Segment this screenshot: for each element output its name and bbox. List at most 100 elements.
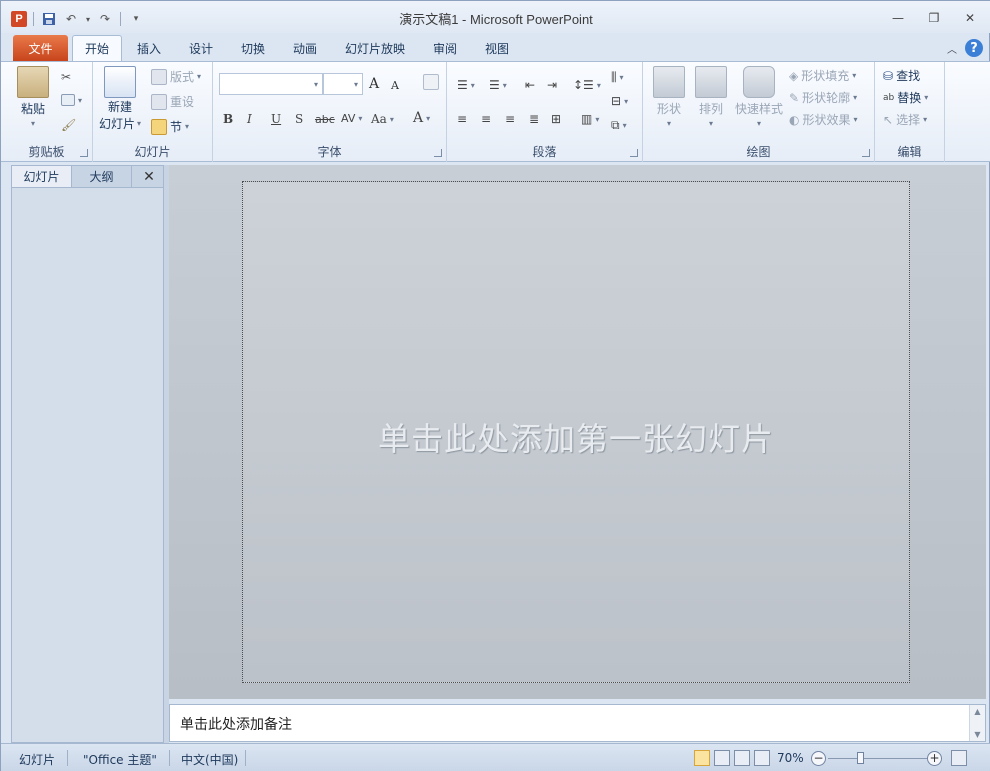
slide-canvas[interactable]: 单击此处添加第一张幻灯片 bbox=[242, 181, 910, 683]
shape-effects-button[interactable]: ◐ 形状效果 ▾ bbox=[789, 111, 858, 128]
columns-button[interactable]: ▥ ▾ bbox=[581, 112, 599, 126]
bullets-button[interactable]: ☰ ▾ bbox=[457, 78, 475, 92]
reading-view-icon[interactable] bbox=[734, 750, 750, 766]
shape-fill-button[interactable]: ◈ 形状填充 ▾ bbox=[789, 67, 856, 84]
close-icon[interactable]: ✕ bbox=[957, 9, 983, 27]
group-label-drawing: 绘图 bbox=[746, 145, 771, 159]
format-painter-button[interactable]: 🖌 bbox=[61, 118, 76, 132]
minimize-icon[interactable]: — bbox=[885, 9, 911, 27]
zoom-slider-thumb[interactable] bbox=[857, 752, 864, 764]
minimize-ribbon-icon[interactable]: ︿ bbox=[947, 41, 957, 56]
notes-placeholder[interactable]: 单击此处添加备注 bbox=[180, 714, 292, 734]
replace-button[interactable]: ab 替换 ▾ bbox=[883, 89, 928, 106]
status-language[interactable]: 中文(中国) bbox=[181, 751, 238, 768]
change-case-button[interactable]: Aa ▾ bbox=[371, 112, 394, 126]
select-button[interactable]: ↖ 选择 ▾ bbox=[883, 111, 927, 128]
justify-button[interactable]: ≣ bbox=[529, 112, 539, 126]
tab-review[interactable]: 审阅 bbox=[421, 35, 469, 61]
numbering-button[interactable]: ☰ ▾ bbox=[489, 78, 507, 92]
layout-button[interactable]: 版式 ▾ bbox=[151, 68, 201, 85]
arrange-button[interactable]: 排列 ▾ bbox=[695, 66, 727, 128]
group-font: ▾ ▾ A A B I U S abc AV ▾ Aa ▾ A ▾ 字体 bbox=[213, 62, 447, 162]
align-right-button[interactable]: ≡ bbox=[505, 112, 515, 126]
copy-button[interactable]: ▾ bbox=[61, 94, 82, 106]
notes-pane[interactable]: 单击此处添加备注 ▲ ▼ bbox=[169, 704, 986, 742]
bold-button[interactable]: B bbox=[223, 112, 233, 126]
shapes-icon bbox=[653, 66, 685, 98]
new-slide-button[interactable]: 新建 幻灯片 ▾ bbox=[99, 66, 141, 132]
line-spacing-button[interactable]: ↕☰ ▾ bbox=[573, 78, 601, 92]
zoom-slider-track[interactable] bbox=[828, 758, 928, 759]
font-name-combo[interactable]: ▾ bbox=[219, 73, 323, 95]
scroll-up-icon[interactable]: ▲ bbox=[974, 707, 980, 716]
shrink-font-button[interactable]: A bbox=[391, 79, 399, 92]
status-separator-2 bbox=[169, 750, 170, 766]
italic-button[interactable]: I bbox=[247, 112, 252, 126]
slides-outline-pane: 幻灯片 大纲 ✕ bbox=[11, 165, 164, 743]
group-slides: 新建 幻灯片 ▾ 版式 ▾ 重设 节 ▾ 幻灯片 bbox=[93, 62, 213, 162]
close-pane-icon[interactable]: ✕ bbox=[135, 166, 163, 187]
ribbon-right-controls: ︿ ? bbox=[947, 39, 983, 57]
slide-title-placeholder[interactable]: 单击此处添加第一张幻灯片 bbox=[243, 414, 909, 460]
grow-font-button[interactable]: A bbox=[369, 76, 379, 92]
tab-slides-pane[interactable]: 幻灯片 bbox=[12, 166, 72, 187]
restore-icon[interactable]: ❐ bbox=[921, 9, 947, 27]
numbering-icon: ☰ bbox=[489, 78, 500, 92]
distributed-button[interactable]: ⊞ bbox=[551, 112, 561, 126]
help-icon[interactable]: ? bbox=[965, 39, 983, 57]
decrease-indent-button[interactable]: ⇤ bbox=[525, 78, 535, 92]
slide-sorter-view-icon[interactable] bbox=[714, 750, 730, 766]
font-color-button[interactable]: A ▾ bbox=[413, 110, 430, 126]
tab-design[interactable]: 设计 bbox=[177, 35, 225, 61]
zoom-out-icon[interactable]: − bbox=[811, 751, 826, 766]
zoom-in-icon[interactable]: + bbox=[927, 751, 942, 766]
cut-button[interactable]: ✂ bbox=[61, 70, 71, 84]
align-center-button[interactable]: ≡ bbox=[481, 112, 491, 126]
tab-home[interactable]: 开始 bbox=[72, 35, 123, 61]
normal-view-icon[interactable] bbox=[694, 750, 710, 766]
align-text-button[interactable]: ⊟ ▾ bbox=[611, 94, 628, 108]
shape-effects-icon: ◐ bbox=[789, 112, 800, 127]
reset-button[interactable]: 重设 bbox=[151, 93, 194, 110]
clipboard-launcher-icon[interactable] bbox=[80, 149, 88, 157]
section-icon bbox=[151, 118, 167, 135]
shape-outline-button[interactable]: ✎ 形状轮廓 ▾ bbox=[789, 89, 857, 106]
shadow-button[interactable]: S bbox=[295, 112, 303, 126]
tab-insert[interactable]: 插入 bbox=[125, 35, 173, 61]
tab-animations[interactable]: 动画 bbox=[281, 35, 329, 61]
underline-button[interactable]: U bbox=[271, 112, 281, 126]
find-button[interactable]: ⛁ 查找 bbox=[883, 67, 920, 84]
drawing-launcher-icon[interactable] bbox=[862, 149, 870, 157]
shapes-button[interactable]: 形状 ▾ bbox=[653, 66, 685, 128]
font-size-combo[interactable]: ▾ bbox=[323, 73, 363, 95]
strikethrough-button[interactable]: abc bbox=[315, 113, 335, 126]
smartart-icon: ⧉ bbox=[611, 118, 620, 132]
pane-tabs: 幻灯片 大纲 ✕ bbox=[12, 166, 163, 188]
paste-button[interactable]: 粘贴 ▾ bbox=[17, 66, 49, 128]
tab-outline-pane[interactable]: 大纲 bbox=[72, 166, 132, 187]
clear-formatting-button[interactable] bbox=[423, 74, 439, 90]
quick-styles-button[interactable]: 快速样式 ▾ bbox=[735, 66, 783, 128]
group-editing: ⛁ 查找 ab 替换 ▾ ↖ 选择 ▾ 编辑 bbox=[875, 62, 945, 162]
paragraph-launcher-icon[interactable] bbox=[630, 149, 638, 157]
tab-transitions[interactable]: 切换 bbox=[229, 35, 277, 61]
zoom-level[interactable]: 70% bbox=[777, 751, 804, 765]
tab-slideshow[interactable]: 幻灯片放映 bbox=[333, 35, 417, 61]
scroll-down-icon[interactable]: ▼ bbox=[974, 730, 980, 739]
align-text-icon: ⊟ bbox=[611, 94, 622, 108]
convert-smartart-button[interactable]: ⧉ ▾ bbox=[611, 118, 627, 133]
text-direction-button[interactable]: ⫼ ▾ bbox=[611, 70, 624, 85]
status-theme[interactable]: "Office 主题" bbox=[83, 751, 157, 768]
tab-file[interactable]: 文件 bbox=[13, 35, 68, 61]
slideshow-view-icon[interactable] bbox=[754, 750, 770, 766]
notes-scrollbar[interactable]: ▲ ▼ bbox=[969, 705, 985, 741]
section-button[interactable]: 节 ▾ bbox=[151, 118, 189, 135]
increase-indent-button[interactable]: ⇥ bbox=[547, 78, 557, 92]
line-spacing-icon: ↕☰ bbox=[573, 78, 594, 92]
fit-to-window-icon[interactable] bbox=[951, 750, 967, 766]
align-left-button[interactable]: ≡ bbox=[457, 112, 467, 126]
character-spacing-button[interactable]: AV ▾ bbox=[341, 112, 362, 125]
font-launcher-icon[interactable] bbox=[434, 149, 442, 157]
title-bar: P ↶ ▾ ↷ ▾ 演示文稿1 - Microsoft PowerPoint —… bbox=[1, 1, 990, 33]
tab-view[interactable]: 视图 bbox=[473, 35, 521, 61]
